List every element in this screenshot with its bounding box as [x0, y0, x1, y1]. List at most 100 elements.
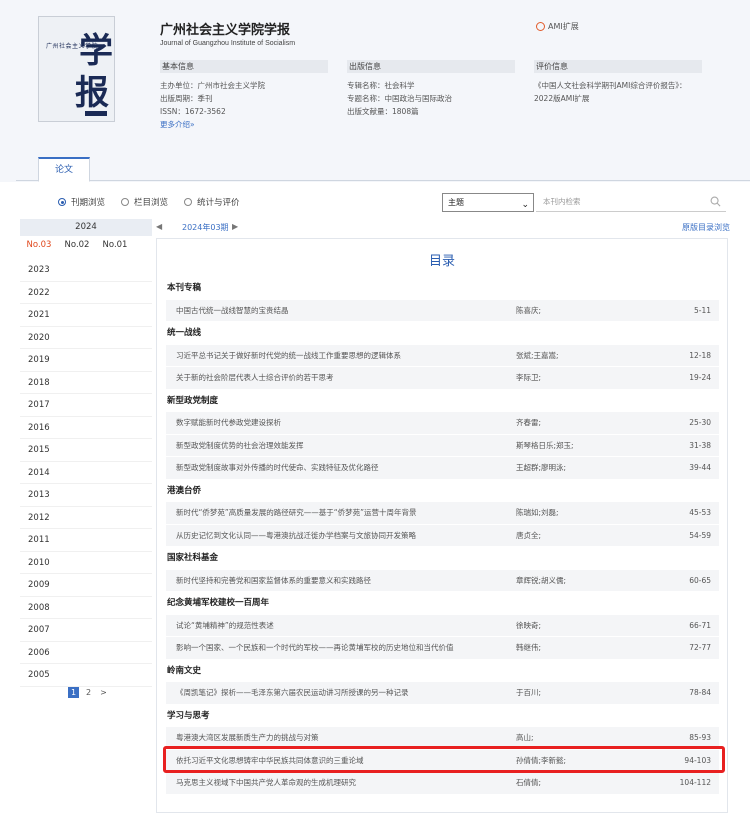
issn: ISSN：1672-3562 [160, 107, 226, 116]
article-authors[interactable]: 于百川; [516, 682, 541, 705]
article-title-link[interactable]: 粤港澳大湾区发展新质生产力的挑战与对策 [176, 727, 511, 750]
section-title: 统一战线 [167, 328, 202, 338]
radio-stats[interactable]: 统计与评价 [184, 196, 240, 208]
next-issue-icon[interactable]: ▶ [232, 222, 238, 231]
article-authors[interactable]: 徐映奇; [516, 615, 541, 638]
toc-body: 本刊专稿中国古代统一战线智慧的宝贵结晶 陈喜庆; 5-11 统一战线习近平总书记关于做… [166, 277, 719, 795]
year-item[interactable]: 2010 [20, 552, 152, 574]
year-sidebar: 2024 No.03 No.02 No.01 2023 2022 2021 2020 2… [20, 219, 152, 687]
year-item[interactable]: 2011 [20, 529, 152, 552]
article-authors[interactable]: 石倩倩; [516, 772, 541, 795]
article-title-link[interactable]: 依托习近平文化思想铸牢中华民族共同体意识的三重论域 [176, 750, 511, 773]
article-title-link[interactable]: 新时代坚持和完善党和国家监督体系的重要意义和实践路径 [176, 570, 511, 593]
article-pages: 12-18 [689, 350, 711, 360]
article-row: 关于新的社会阶层代表人士综合评价的若干思考 李际卫; 19-24 [166, 367, 719, 390]
page-2[interactable]: 2 [84, 687, 93, 698]
article-pages: 72-77 [689, 643, 711, 652]
article-pages: 66-71 [689, 620, 711, 630]
article-title-link[interactable]: 影响一个国家、一个民族和一个时代的军校——再论黄埔军校的历史地位和当代价值 [176, 637, 511, 660]
article-title-link[interactable]: 马克思主义视域下中国共产党人革命观的生成机理研究 [176, 772, 511, 795]
article-row: 数字赋能新时代参政党建设探析 齐春雷; 25-30 [166, 412, 719, 435]
article-authors[interactable]: 王超群;廖明泳; [516, 457, 566, 480]
year-item[interactable]: 2021 [20, 304, 152, 327]
topic-name: 专题名称：中国政治与国际政治 [347, 94, 452, 103]
article-title-link[interactable]: 中国古代统一战线智慧的宝贵结晶 [176, 300, 511, 323]
tab-papers[interactable]: 论文 [38, 157, 90, 182]
section-title: 本刊专稿 [167, 283, 202, 293]
radio-by-issue[interactable]: 刊期浏览 [58, 196, 105, 208]
article-authors[interactable]: 唐贞全; [516, 525, 541, 548]
article-pages: 25-30 [689, 418, 711, 427]
year-item[interactable]: 2017 [20, 394, 152, 417]
year-item[interactable]: 2006 [20, 642, 152, 664]
article-authors[interactable]: 高山; [516, 727, 534, 750]
year-item[interactable]: 2015 [20, 439, 152, 462]
article-authors[interactable]: 李际卫; [516, 367, 541, 390]
page-1[interactable]: 1 [68, 687, 79, 698]
page-next[interactable]: > [98, 687, 109, 698]
article-title-link[interactable]: 《周凯笔记》探析——毛泽东第六届农民运动讲习所授课的另一种记录 [176, 682, 511, 705]
article-title-link[interactable]: 新时代“侨梦苑”高质量发展的路径研究——基于“侨梦苑”运营十周年背景 [176, 502, 511, 525]
article-row: 从历史记忆到文化认同——粤港澳抗战迁徙办学档案与文旅协同开发策略 唐贞全; 54-5… [166, 524, 719, 548]
article-title-link[interactable]: 新型政党制度故事对外传播的时代使命、实践特征及优化路径 [176, 457, 511, 480]
article-title-link[interactable]: 从历史记忆到文化认同——粤港澳抗战迁徙办学档案与文旅协同开发策略 [176, 525, 511, 548]
article-title-link[interactable]: 习近平总书记关于做好新时代党的统一战线工作重要思想的逻辑体系 [176, 345, 511, 368]
radio-by-column[interactable]: 栏目浏览 [121, 196, 168, 208]
article-pages: 78-84 [689, 688, 711, 697]
year-item[interactable]: 2013 [20, 484, 152, 507]
article-authors[interactable]: 齐春雷; [516, 412, 541, 435]
year-item[interactable]: 2005 [20, 664, 152, 687]
year-item[interactable]: 2014 [20, 462, 152, 484]
article-title-link[interactable]: 试论“黄埔精神”的规范性表述 [176, 615, 511, 638]
issue-no02[interactable]: No.02 [58, 236, 96, 254]
article-row: 试论“黄埔精神”的规范性表述 徐映奇; 66-71 [166, 614, 719, 638]
year-item[interactable]: 2022 [20, 282, 152, 304]
year-item[interactable]: 2023 [20, 259, 152, 282]
year-item[interactable]: 2020 [20, 327, 152, 349]
article-authors[interactable]: 章辉锐;胡义儒; [516, 570, 566, 593]
search-icon[interactable] [710, 196, 721, 207]
more-intro-link[interactable]: 更多介绍» [160, 120, 195, 129]
year-item[interactable]: 2018 [20, 372, 152, 394]
view-options: 刊期浏览 栏目浏览 统计与评价 [58, 196, 240, 208]
article-authors[interactable]: 斯琴格日乐;郑玉; [516, 435, 574, 458]
article-authors[interactable]: 张斌;王嘉嵩; [516, 345, 559, 368]
article-authors[interactable]: 陈喜庆; [516, 300, 541, 323]
article-row: 中国古代统一战线智慧的宝贵结晶 陈喜庆; 5-11 [166, 299, 719, 323]
article-authors[interactable]: 韩继伟; [516, 637, 541, 660]
article-row: 依托习近平文化思想铸牢中华民族共同体意识的三重论域 孙倩倩;李新懿; 94-103 [166, 749, 719, 773]
eval-info: 评价信息 《中国人文社会科学期刊AMI综合评价报告》： 2022版AMI扩展 [534, 60, 702, 105]
article-authors[interactable]: 陈瑞如;刘磊; [516, 502, 559, 525]
year-item[interactable]: 2019 [20, 349, 152, 372]
year-item[interactable]: 2008 [20, 597, 152, 619]
article-row: 影响一个国家、一个民族和一个时代的军校——再论黄埔军校的历史地位和当代价值 韩继伟… [166, 637, 719, 660]
radio-dot [184, 198, 193, 206]
article-title-link[interactable]: 数字赋能新时代参政党建设探析 [176, 412, 511, 435]
article-title-link[interactable]: 新型政党制度优势的社会治理效能发挥 [176, 435, 511, 458]
issue-no01[interactable]: No.01 [96, 236, 134, 254]
year-item[interactable]: 2007 [20, 619, 152, 642]
year-pager: 1 2 > [68, 687, 109, 698]
year-item[interactable]: 2009 [20, 574, 152, 597]
journal-title: 广州社会主义学院学报 [160, 23, 291, 38]
search-field-select[interactable]: 主题 ⌄ [442, 193, 534, 212]
issue-no03[interactable]: No.03 [20, 236, 58, 254]
article-authors[interactable]: 孙倩倩;李新懿; [516, 750, 566, 773]
year-item[interactable]: 2016 [20, 417, 152, 439]
original-toc-link[interactable]: 原版目录浏览 [682, 222, 730, 233]
journal-cover-image[interactable]: 学 广州社会主义学院 报 [38, 16, 115, 122]
radio-label: 统计与评价 [197, 198, 240, 208]
year-2024[interactable]: 2024 [20, 219, 152, 236]
article-row: 《周凯笔记》探析——毛泽东第六届农民运动讲习所授课的另一种记录 于百川; 78-84 [166, 682, 719, 705]
prev-issue-icon[interactable]: ◀ [156, 222, 162, 231]
article-row: 马克思主义视域下中国共产党人革命观的生成机理研究 石倩倩; 104-112 [166, 772, 719, 795]
ami-badge[interactable]: AMI扩展 [536, 21, 579, 32]
ami-label: AMI扩展 [548, 22, 579, 31]
search-input[interactable]: 本刊内检索 [536, 193, 726, 212]
section-title: 国家社科基金 [167, 553, 219, 563]
article-title-link[interactable]: 关于新的社会阶层代表人士综合评价的若干思考 [176, 367, 511, 390]
article-pages: 31-38 [689, 440, 711, 450]
article-pages: 85-93 [689, 733, 711, 742]
year-item[interactable]: 2012 [20, 507, 152, 529]
toc-title: 目录 [428, 254, 455, 269]
